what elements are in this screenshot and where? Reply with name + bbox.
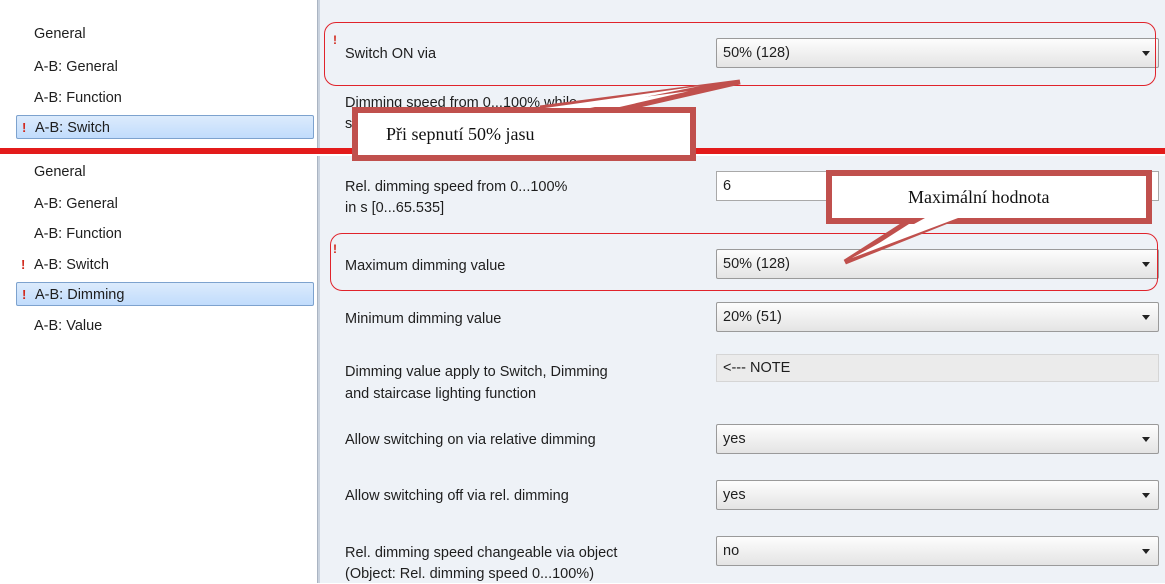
callout-pointer-switch-fill	[545, 86, 700, 108]
callout-pointer-fills	[545, 86, 958, 258]
callout-pointer-max-fill	[852, 218, 958, 258]
